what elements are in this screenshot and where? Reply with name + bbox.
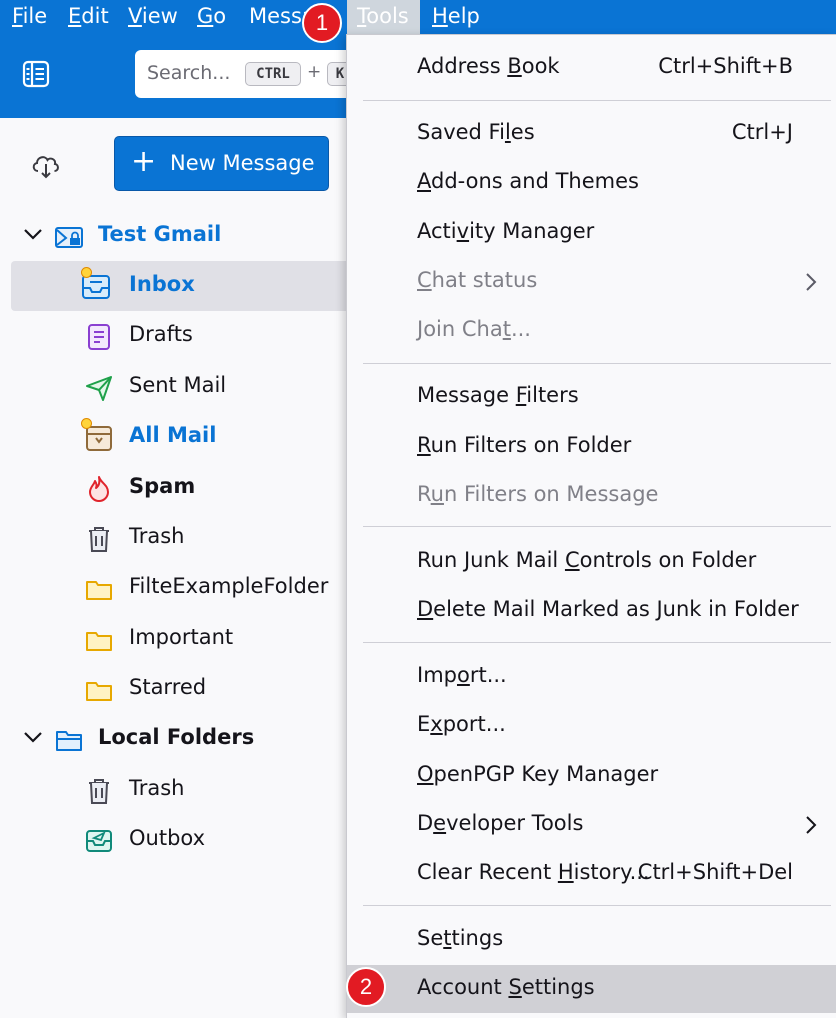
folder-label: Local Folders	[98, 725, 255, 749]
menu-item-address-book[interactable]: Address Book Ctrl+Shift+B	[347, 44, 836, 92]
menu-view[interactable]: View	[118, 0, 188, 34]
menu-separator	[363, 100, 831, 101]
menu-item-developer-tools[interactable]: Developer Tools	[347, 801, 836, 849]
folder-starred[interactable]: Starred	[0, 664, 346, 714]
folder-label: Outbox	[129, 826, 206, 850]
plus-icon: +	[131, 144, 157, 179]
folder-label: FilteExampleFolder	[129, 574, 329, 598]
menu-item-activity-manager[interactable]: Activity Manager	[347, 209, 836, 257]
shortcut-label: Ctrl+Shift+B	[658, 54, 793, 78]
shortcut-label: Ctrl+Shift+Del	[637, 860, 793, 884]
folder-label: Trash	[129, 524, 185, 548]
folder-icon	[86, 682, 112, 701]
get-messages-button[interactable]	[28, 146, 64, 182]
menu-item-openpgp-key-manager[interactable]: OpenPGP Key Manager	[347, 752, 836, 800]
local-folder-icon	[56, 731, 82, 751]
menu-go[interactable]: Go	[187, 0, 236, 34]
new-message-button[interactable]: + New Message	[114, 136, 329, 191]
menu-separator	[363, 905, 831, 906]
folder-label: Starred	[129, 675, 207, 699]
shortcut-label: Ctrl+J	[731, 120, 793, 144]
folder-pane-toggle-button[interactable]	[18, 56, 54, 92]
menu-tools[interactable]: Tools	[347, 0, 420, 34]
search-placeholder: Search...	[147, 62, 231, 84]
folder-label: All Mail	[129, 423, 217, 447]
menu-separator	[363, 363, 831, 364]
annotation-badge-2: 2	[346, 967, 386, 1007]
folder-local-folders[interactable]: Local Folders	[0, 714, 346, 764]
chevron-right-icon	[806, 273, 817, 291]
menu-bar: File Edit View Go Messa Tools Help	[0, 0, 836, 34]
menu-help[interactable]: Help	[422, 0, 490, 34]
tools-menu-popup: Address Book Ctrl+Shift+B Saved Files Ct…	[346, 34, 836, 1018]
menu-item-addons-themes[interactable]: Add-ons and Themes	[347, 159, 836, 207]
folder-spam[interactable]: Spam	[0, 463, 346, 513]
folder-label: Inbox	[129, 272, 195, 296]
account-mail-icon	[55, 227, 83, 248]
shortcut-key-ctrl: CTRL	[245, 62, 301, 86]
sent-icon	[86, 376, 112, 401]
folder-label: Important	[129, 625, 234, 649]
folder-icon	[86, 632, 112, 651]
new-message-label: New Message	[170, 151, 315, 175]
menu-separator	[363, 526, 831, 527]
folder-local-trash[interactable]: Trash	[0, 765, 346, 815]
unread-dot-icon	[81, 267, 92, 278]
folder-pane: + New Message Test Gmail Inbox Drafts Se…	[0, 118, 351, 1018]
chevron-down-icon[interactable]	[22, 223, 44, 245]
menu-separator	[363, 642, 831, 643]
folder-drafts[interactable]: Drafts	[0, 311, 346, 361]
folder-label: Trash	[129, 776, 185, 800]
chevron-right-icon	[806, 816, 817, 834]
folder-important[interactable]: Important	[0, 614, 346, 664]
shortcut-plus: +	[307, 62, 322, 82]
menu-item-message-filters[interactable]: Message Filters	[347, 373, 836, 421]
annotation-badge-1: 1	[302, 3, 342, 43]
outbox-icon	[86, 830, 112, 852]
search-input[interactable]: Search... CTRL + K	[135, 50, 375, 98]
menu-edit[interactable]: Edit	[58, 0, 119, 34]
folder-icon	[86, 581, 112, 600]
folder-label: Drafts	[129, 322, 193, 346]
menu-item-run-filters-folder[interactable]: Run Filters on Folder	[347, 423, 836, 471]
spam-icon	[89, 476, 109, 502]
chevron-down-icon[interactable]	[22, 726, 44, 748]
folder-account-test-gmail[interactable]: Test Gmail	[0, 211, 346, 261]
menu-item-run-filters-message: Run Filters on Message	[417, 482, 659, 506]
trash-icon	[89, 779, 109, 804]
cloud-download-icon	[32, 156, 59, 179]
folder-label: Sent Mail	[129, 373, 227, 397]
menu-item-run-junk-controls[interactable]: Run Junk Mail Controls on Folder	[347, 538, 836, 586]
folder-all-mail[interactable]: All Mail	[0, 412, 346, 462]
menu-file[interactable]: File	[2, 0, 57, 34]
menu-item-import[interactable]: Import...	[347, 653, 836, 701]
sidebar-panel-icon	[22, 60, 50, 88]
folder-trash[interactable]: Trash	[0, 513, 346, 563]
drafts-icon	[88, 324, 110, 350]
menu-item-saved-files[interactable]: Saved Files Ctrl+J	[347, 110, 836, 158]
menu-item-export[interactable]: Export...	[347, 702, 836, 750]
trash-icon	[89, 527, 109, 552]
menu-item-join-chat: Join Chat...	[417, 317, 531, 341]
menu-item-clear-recent-history[interactable]: Clear Recent History... Ctrl+Shift+Del	[347, 850, 836, 898]
folder-inbox[interactable]: Inbox	[11, 261, 351, 311]
folder-outbox[interactable]: Outbox	[0, 815, 346, 865]
menu-item-chat-status: Chat status	[347, 258, 836, 306]
folder-label: Spam	[129, 474, 196, 498]
folder-filteexamplefolder[interactable]: FilteExampleFolder	[0, 563, 346, 613]
unread-dot-icon	[81, 418, 92, 429]
menu-item-settings[interactable]: Settings	[347, 916, 836, 964]
folder-label: Test Gmail	[98, 222, 222, 246]
folder-sent-mail[interactable]: Sent Mail	[0, 362, 346, 412]
menu-item-delete-junk[interactable]: Delete Mail Marked as Junk in Folder	[347, 587, 836, 635]
menu-item-account-settings[interactable]: Account Settings	[347, 965, 836, 1013]
